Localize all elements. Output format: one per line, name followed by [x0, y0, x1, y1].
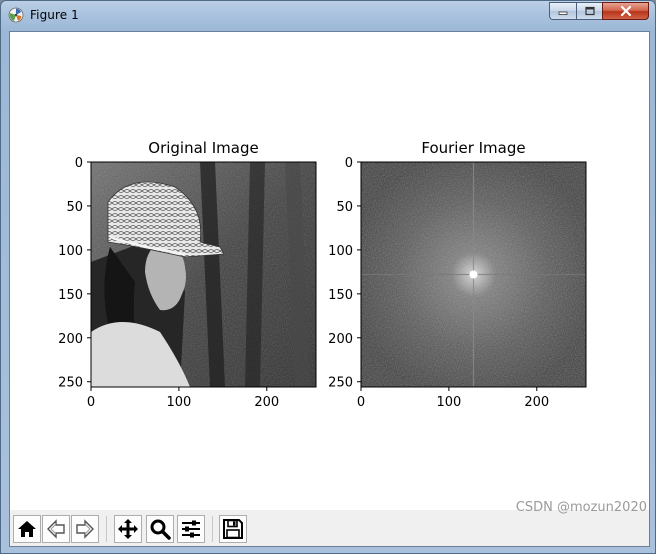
x-tick-label: 100 — [436, 395, 461, 410]
close-icon — [620, 5, 631, 17]
home-button[interactable] — [13, 515, 41, 543]
x-tick-label: 200 — [254, 395, 279, 410]
minimize-button[interactable] — [549, 2, 576, 20]
watermark-text: CSDN @mozun2020 — [515, 500, 647, 515]
minimize-icon — [558, 11, 568, 15]
floppy-icon — [223, 519, 243, 539]
figure-canvas[interactable]: Original Image Fourier Image 0 100 200 0… — [10, 32, 649, 510]
home-icon — [18, 521, 36, 537]
back-button[interactable] — [42, 515, 70, 543]
matplotlib-app-icon — [8, 7, 24, 23]
y-tick-label: 150 — [328, 288, 353, 303]
y-tick-label: 0 — [75, 156, 83, 171]
sliders-icon — [182, 520, 200, 538]
configure-subplots-button[interactable] — [177, 515, 205, 543]
navigation-toolbar — [10, 510, 649, 546]
subplot-original-image: Original Image — [90, 139, 317, 388]
close-button[interactable] — [602, 2, 649, 20]
x-tick-label: 100 — [166, 395, 191, 410]
pan-button[interactable] — [114, 515, 142, 543]
y-tick-label: 100 — [58, 244, 83, 259]
fourier-spectrum — [361, 162, 586, 387]
magnifier-icon — [150, 519, 171, 540]
y-tick-label: 100 — [328, 244, 353, 259]
window-controls — [549, 2, 649, 20]
y-tick-label: 50 — [66, 200, 83, 215]
y-tick-label: 50 — [336, 200, 353, 215]
x-tick-label: 0 — [357, 395, 365, 410]
save-button[interactable] — [219, 515, 247, 543]
maximize-button[interactable] — [576, 2, 602, 20]
maximize-icon — [584, 6, 595, 16]
zoom-button[interactable] — [146, 515, 174, 543]
toolbar-separator — [212, 516, 213, 542]
window-title: Figure 1 — [30, 8, 79, 22]
axes-title: Fourier Image — [421, 139, 525, 157]
y-tick-label: 200 — [58, 332, 83, 347]
y-tick-label: 150 — [58, 288, 83, 303]
left-arrow-icon — [47, 519, 65, 539]
x-tick-label: 200 — [524, 395, 549, 410]
axes-title: Original Image — [148, 139, 258, 157]
original-photo — [91, 162, 316, 387]
subplot-fourier-image: Fourier Image — [360, 139, 587, 388]
y-tick-label: 200 — [328, 332, 353, 347]
y-tick-label: 250 — [328, 376, 353, 391]
title-bar[interactable]: Figure 1 — [1, 1, 655, 31]
right-arrow-icon — [76, 519, 94, 539]
x-tick-label: 0 — [87, 395, 95, 410]
y-tick-label: 0 — [345, 156, 353, 171]
y-tick-label: 250 — [58, 376, 83, 391]
move-icon — [118, 519, 138, 539]
figure-window: Figure 1 Original Image Fourier Image 0 … — [0, 0, 656, 554]
toolbar-separator — [106, 516, 107, 542]
forward-button[interactable] — [71, 515, 99, 543]
figure-svg: Original Image Fourier Image 0 100 20005… — [58, 139, 587, 410]
figure-client-area: Original Image Fourier Image 0 100 200 0… — [9, 31, 650, 547]
